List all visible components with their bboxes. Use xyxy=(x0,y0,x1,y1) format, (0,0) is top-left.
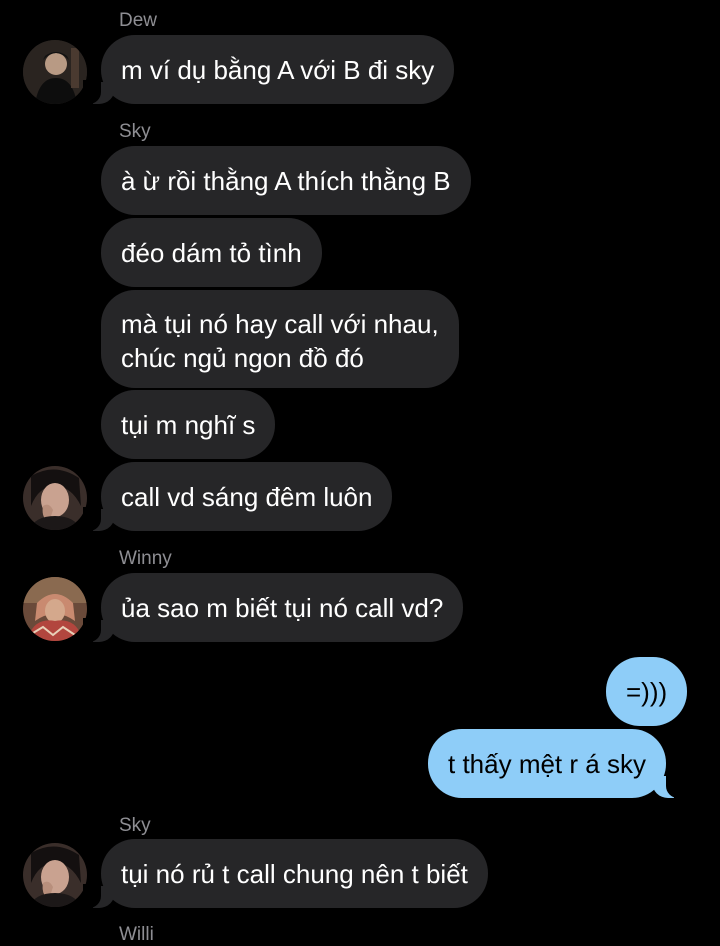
message-text: à ừ rồi thằng A thích thằng B xyxy=(121,166,451,196)
sender-name-sky: Sky xyxy=(119,121,151,142)
message-text: tụi m nghĩ s xyxy=(121,410,256,440)
sky-avatar[interactable] xyxy=(23,466,87,530)
message-bubble[interactable]: call vd sáng đêm luôn xyxy=(82,462,393,531)
dew-avatar[interactable] xyxy=(23,40,87,104)
message-text: t thấy mệt r á sky xyxy=(448,749,646,779)
winny-avatar[interactable] xyxy=(23,577,87,641)
message-text: m ví dụ bằng A với B đi sky xyxy=(121,55,435,85)
outgoing-message-bubble[interactable]: =))) xyxy=(606,657,688,726)
sender-name-winny: Winny xyxy=(119,548,172,569)
sky-avatar[interactable] xyxy=(23,843,87,907)
message-bubble[interactable]: à ừ rồi thằng A thích thằng B xyxy=(101,146,471,215)
message-text: =))) xyxy=(626,677,668,707)
chat-thread[interactable]: Dew m ví dụ bằng A với B đi sky Sky à ừ … xyxy=(0,0,720,945)
message-text-line: mà tụi nó hay call với nhau, xyxy=(121,309,439,339)
outgoing-message-bubble[interactable]: t thấy mệt r á sky xyxy=(428,729,684,798)
message-bubble[interactable]: m ví dụ bằng A với B đi sky xyxy=(82,35,455,104)
sender-name-sky: Sky xyxy=(119,815,151,836)
message-bubble[interactable]: đéo dám tỏ tình xyxy=(101,218,322,287)
sender-name-dew: Dew xyxy=(119,10,158,31)
message-text: call vd sáng đêm luôn xyxy=(121,482,373,512)
message-bubble[interactable]: tụi nó rủ t call chung nên t biết xyxy=(83,839,488,908)
message-bubble[interactable]: ủa sao m biết tụi nó call vd? xyxy=(82,573,464,642)
message-bubble[interactable]: tụi m nghĩ s xyxy=(101,390,276,459)
message-text-line: chúc ngủ ngon đồ đó xyxy=(121,343,364,373)
message-text: tụi nó rủ t call chung nên t biết xyxy=(121,859,468,889)
sender-name-willi: Willi xyxy=(119,924,154,945)
message-text: đéo dám tỏ tình xyxy=(121,238,302,268)
message-bubble[interactable]: mà tụi nó hay call với nhau, chúc ngủ ng… xyxy=(101,290,459,388)
message-text: ủa sao m biết tụi nó call vd? xyxy=(121,593,444,623)
